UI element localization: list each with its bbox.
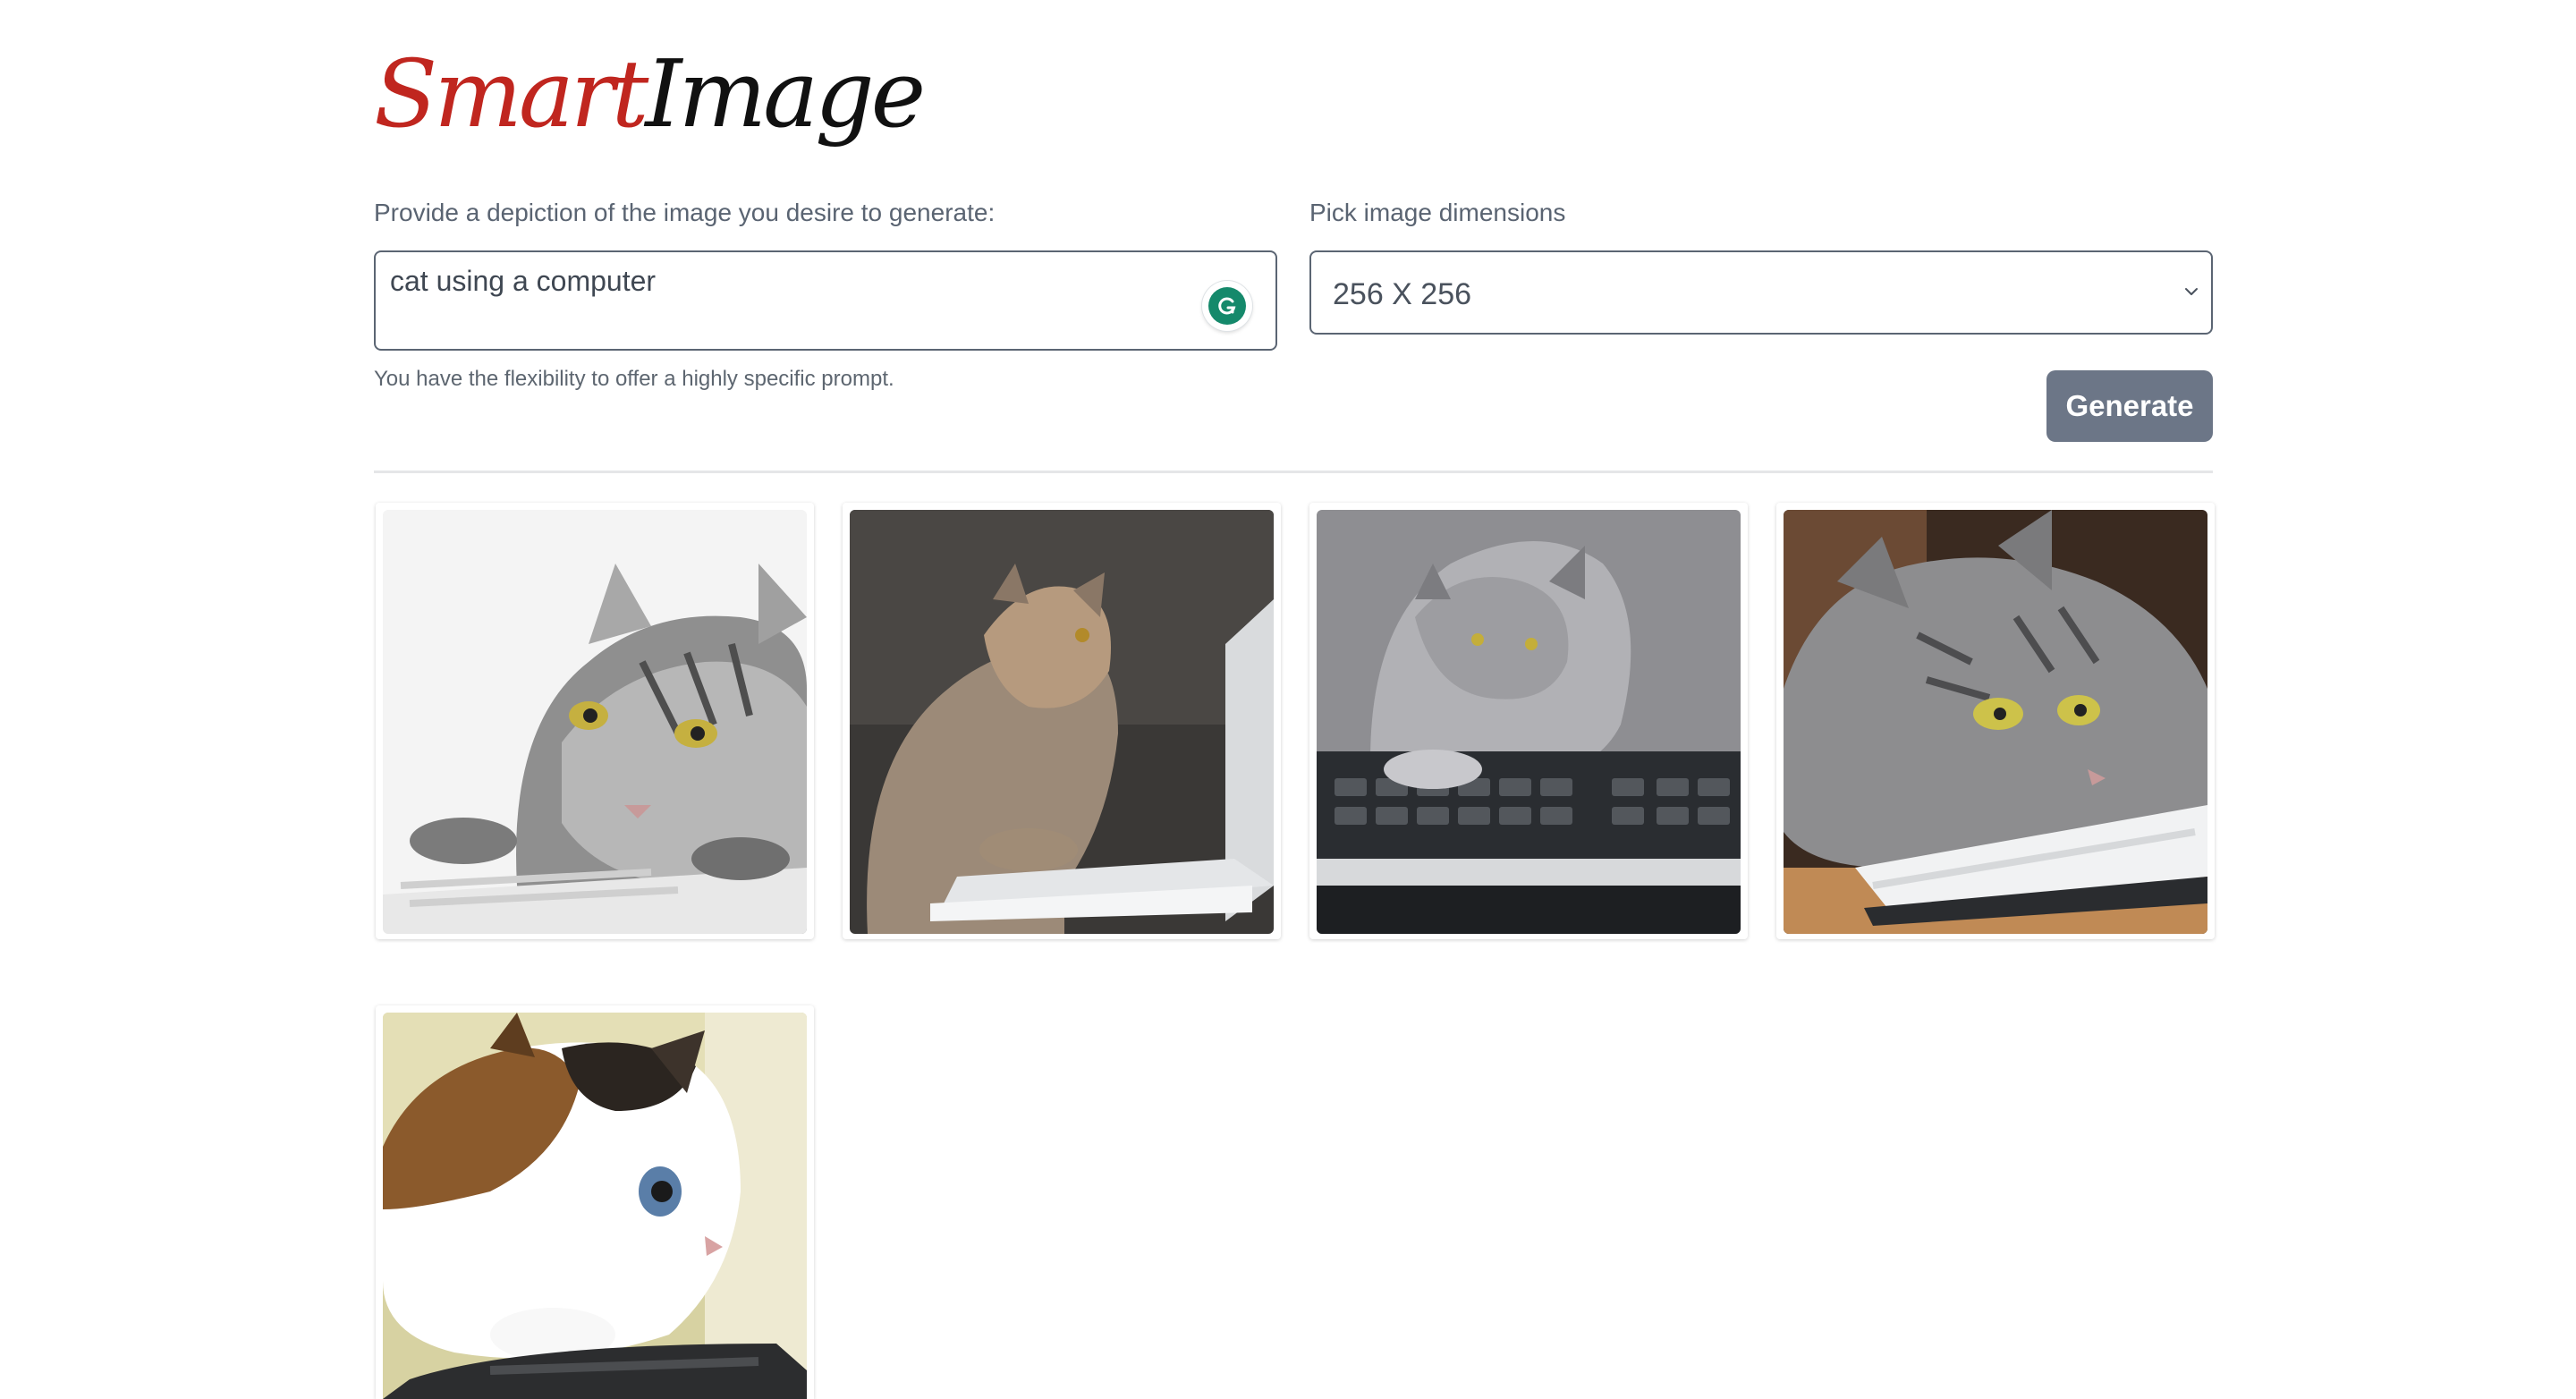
prompt-label: Provide a depiction of the image you des…	[374, 199, 996, 226]
generate-button[interactable]: Generate	[2046, 370, 2213, 442]
gallery-card-4[interactable]	[1776, 503, 2215, 939]
prompt-helper-text: You have the flexibility to offer a high…	[374, 367, 894, 391]
divider	[374, 471, 2213, 473]
generated-image[interactable]	[383, 510, 807, 934]
gallery-card-3[interactable]	[1309, 503, 1748, 939]
grammarly-icon[interactable]	[1202, 281, 1252, 331]
generated-image[interactable]	[1784, 510, 2207, 934]
generated-image[interactable]	[850, 510, 1274, 934]
gallery-card-2[interactable]	[843, 503, 1281, 939]
gallery-card-5[interactable]	[376, 1005, 814, 1399]
dimensions-label: Pick image dimensions	[1309, 199, 1566, 226]
prompt-textarea[interactable]: cat using a computer	[374, 250, 1277, 351]
generated-image[interactable]	[383, 1013, 807, 1399]
dimensions-select[interactable]: 256 X 256	[1309, 250, 2213, 335]
generated-image[interactable]	[1317, 510, 1741, 934]
prompt-text: cat using a computer	[390, 265, 657, 297]
app-logo: SmartImage	[374, 27, 926, 161]
gallery-card-1[interactable]	[376, 503, 814, 939]
logo-smart: Smart	[374, 39, 648, 148]
chevron-down-icon	[2185, 288, 2198, 295]
logo-image: Image	[645, 39, 926, 148]
dimensions-selected-value: 256 X 256	[1333, 277, 1472, 311]
page: SmartImage Provide a depiction of the im…	[0, 0, 2576, 1399]
